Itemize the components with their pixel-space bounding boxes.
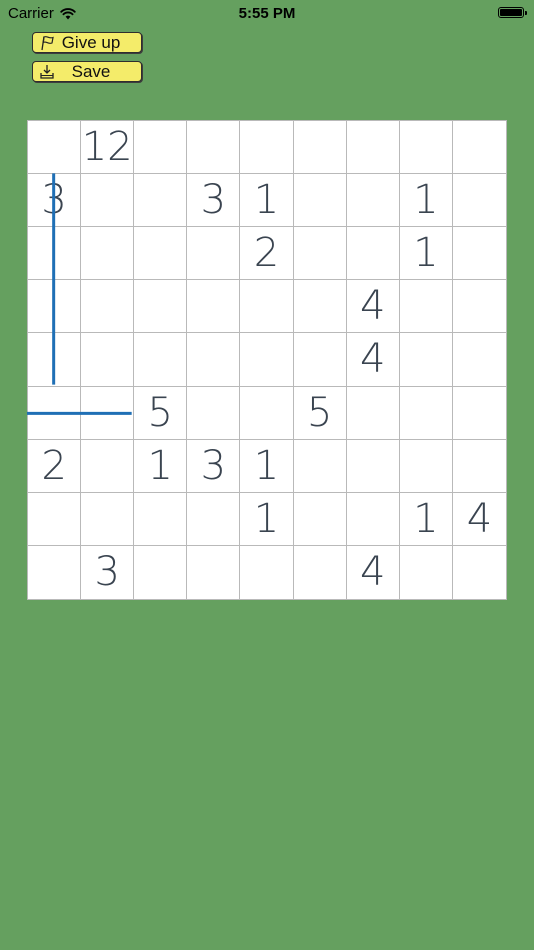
grid-cell[interactable] <box>293 439 347 493</box>
grid-cell[interactable]: 4 <box>346 333 400 387</box>
puzzle-board: 12 3 3 1 1 2 1 4 4 5 5 2 1 3 1 1 1 4 3 4 <box>27 120 507 600</box>
status-bar: Carrier 5:55 PM <box>0 0 534 28</box>
grid-cell[interactable]: 1 <box>240 492 294 546</box>
give-up-button[interactable]: Give up <box>32 32 142 53</box>
grid-cell[interactable]: 5 <box>293 386 347 440</box>
grid-cell[interactable] <box>28 333 82 387</box>
grid-cell[interactable]: 1 <box>399 227 453 281</box>
grid-cell[interactable]: 2 <box>28 439 82 493</box>
grid-cell[interactable] <box>187 227 241 281</box>
grid-cell[interactable] <box>399 121 453 175</box>
grid-cell[interactable] <box>81 227 135 281</box>
grid-cell[interactable] <box>28 280 82 334</box>
grid-cell[interactable]: 3 <box>28 174 82 228</box>
grid-cell[interactable] <box>346 492 400 546</box>
grid-cell[interactable] <box>294 545 347 599</box>
grid-cell[interactable]: 3 <box>81 545 135 599</box>
grid-cell[interactable] <box>399 280 453 334</box>
grid-cell[interactable] <box>81 439 135 493</box>
grid-cell[interactable] <box>134 280 188 334</box>
grid-cell[interactable] <box>81 386 135 440</box>
grid-cell[interactable]: 5 <box>134 386 188 440</box>
grid-cell[interactable]: 4 <box>347 545 400 599</box>
save-tray-icon <box>40 64 54 79</box>
grid-cell[interactable] <box>346 386 400 440</box>
grid-cell[interactable]: 12 <box>81 121 135 175</box>
grid-cell[interactable] <box>240 545 294 599</box>
grid-cell[interactable] <box>346 121 400 175</box>
grid-cell[interactable] <box>399 333 453 387</box>
grid-cell[interactable] <box>81 174 135 228</box>
grid-cell[interactable] <box>240 280 294 334</box>
grid-cell[interactable]: 1 <box>399 174 453 228</box>
grid-cell[interactable] <box>187 545 241 599</box>
grid-cell[interactable] <box>28 121 82 175</box>
grid-cell[interactable]: 4 <box>452 493 506 546</box>
grid-cell[interactable]: 1 <box>134 439 188 493</box>
give-up-label: Give up <box>61 32 121 52</box>
grid-cell[interactable] <box>134 333 188 387</box>
grid-cell[interactable] <box>134 174 188 228</box>
grid-cell[interactable]: 2 <box>240 227 294 281</box>
grid-cell[interactable] <box>134 121 188 175</box>
grid-cell[interactable] <box>293 492 347 546</box>
grid-cell[interactable]: 1 <box>240 439 294 493</box>
battery-fill <box>500 9 522 16</box>
grid-cell[interactable] <box>187 121 241 175</box>
grid-cell[interactable] <box>187 492 241 546</box>
grid-cell[interactable] <box>293 280 347 334</box>
grid-cell[interactable] <box>293 121 347 175</box>
grid-cell[interactable]: 1 <box>240 174 294 228</box>
grid-cell[interactable] <box>400 545 453 599</box>
grid-cell[interactable] <box>28 227 82 281</box>
grid-cell[interactable] <box>240 333 294 387</box>
grid-cell[interactable] <box>187 280 241 334</box>
grid-cell[interactable] <box>346 227 400 281</box>
grid-cell[interactable] <box>453 546 506 599</box>
grid-cell[interactable] <box>452 121 506 175</box>
grid-cell[interactable] <box>452 174 506 228</box>
grid-cell[interactable] <box>452 227 506 281</box>
grid-cell[interactable] <box>452 387 506 440</box>
grid-cell[interactable]: 3 <box>187 439 241 493</box>
grid-cell[interactable] <box>187 333 241 387</box>
grid-cell[interactable]: 3 <box>187 174 241 228</box>
grid-cell[interactable]: 1 <box>399 492 453 546</box>
grid-cell[interactable] <box>346 439 400 493</box>
save-label: Save <box>71 61 111 81</box>
grid-cell[interactable] <box>134 545 188 599</box>
battery-icon <box>498 7 527 18</box>
grid-cell[interactable] <box>28 492 82 546</box>
grid-cell[interactable] <box>399 439 453 493</box>
grid-cell[interactable] <box>134 492 188 546</box>
flag-icon <box>41 35 54 50</box>
grid-cell[interactable] <box>452 280 506 334</box>
grid-cell[interactable] <box>346 174 400 228</box>
grid-cell[interactable] <box>293 227 347 281</box>
grid-cell[interactable] <box>187 386 241 440</box>
grid-cell[interactable] <box>293 333 347 387</box>
grid-cell[interactable] <box>240 121 294 175</box>
grid-cell[interactable] <box>81 280 135 334</box>
grid-cell[interactable] <box>293 174 347 228</box>
grid-cell[interactable] <box>134 227 188 281</box>
grid-cell[interactable] <box>452 440 506 493</box>
grid-cell[interactable] <box>81 492 135 546</box>
puzzle-grid: 12 3 3 1 1 2 1 4 4 5 5 2 1 3 1 1 1 4 3 4 <box>27 120 507 600</box>
grid-cell[interactable] <box>81 333 135 387</box>
grid-cell[interactable] <box>28 545 82 599</box>
grid-cell[interactable] <box>399 386 453 440</box>
grid-cell[interactable] <box>452 333 506 387</box>
grid-cell[interactable]: 4 <box>346 280 400 334</box>
save-button[interactable]: Save <box>32 61 142 82</box>
grid-cell[interactable] <box>28 386 82 440</box>
grid-cell[interactable] <box>240 386 294 440</box>
status-time: 5:55 PM <box>238 5 296 22</box>
